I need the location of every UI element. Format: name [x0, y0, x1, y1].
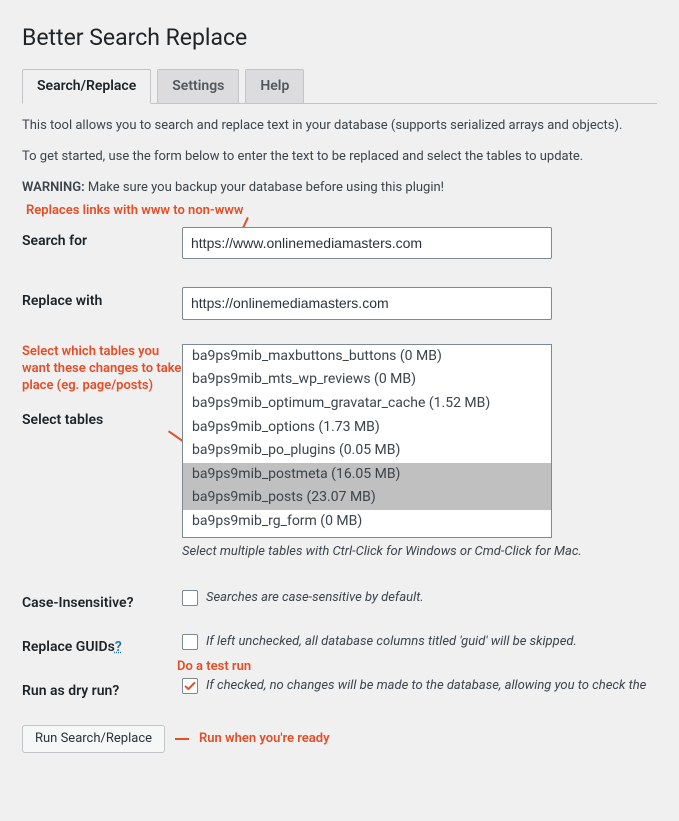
search-for-label: Search for	[22, 227, 182, 249]
intro-paragraph-2: To get started, use the form below to en…	[22, 149, 657, 164]
table-option[interactable]: ba9ps9mib_postmeta (16.05 MB)	[183, 463, 551, 487]
tab-help[interactable]: Help	[245, 69, 304, 104]
annotation-submit: Run when you're ready	[199, 731, 330, 747]
annotation-search-for: Replaces links with www to non-www	[26, 203, 244, 219]
table-option[interactable]: ba9ps9mib_maxbuttons_buttons (0 MB)	[183, 345, 551, 369]
dry-run-checkbox[interactable]	[182, 678, 198, 694]
replace-guids-checkbox[interactable]	[182, 634, 198, 650]
table-option[interactable]: ba9ps9mib_posts (23.07 MB)	[183, 486, 551, 510]
run-search-replace-button[interactable]: Run Search/Replace	[22, 725, 165, 753]
dry-run-label: Run as dry run?	[22, 677, 182, 699]
table-option[interactable]: ba9ps9mib_optimum_gravatar_cache (1.52 M…	[183, 392, 551, 416]
tab-search-replace[interactable]: Search/Replace	[22, 69, 151, 104]
case-insensitive-label: Case-Insensitive?	[22, 589, 182, 611]
tabs: Search/Replace Settings Help	[22, 69, 657, 104]
page-title: Better Search Replace	[22, 24, 657, 51]
warning-label: WARNING:	[22, 180, 85, 195]
intro-text: This tool allows you to search and repla…	[22, 118, 657, 195]
dry-run-desc: If checked, no changes will be made to t…	[206, 678, 646, 693]
table-option[interactable]: ba9ps9mib_rg_form (0 MB)	[183, 510, 551, 534]
intro-warning: WARNING: Make sure you backup your datab…	[22, 180, 657, 195]
replace-guids-help-icon[interactable]: ?	[115, 639, 122, 655]
tab-settings[interactable]: Settings	[157, 69, 239, 104]
search-for-input[interactable]	[182, 227, 552, 259]
warning-text: Make sure you backup your database befor…	[85, 180, 444, 195]
annotation-dry-run: Do a test run	[177, 659, 251, 675]
replace-guids-label: Replace GUIDs?	[22, 633, 182, 655]
replace-with-label: Replace with	[22, 287, 182, 309]
select-tables-label: Select tables	[22, 412, 182, 428]
check-icon	[183, 679, 197, 693]
table-option[interactable]: ba9ps9mib_po_plugins (0.05 MB)	[183, 439, 551, 463]
case-insensitive-desc: Searches are case-sensitive by default.	[206, 590, 424, 605]
annotation-select-tables: Select which tables you want these chang…	[22, 344, 182, 395]
case-insensitive-checkbox[interactable]	[182, 590, 198, 606]
table-option[interactable]: ba9ps9mib_rg_form_meta (0.04 MB)	[183, 534, 551, 538]
select-tables-listbox[interactable]: ba9ps9mib_maxbuttons_buttons (0 MB)ba9ps…	[182, 344, 552, 538]
table-option[interactable]: ba9ps9mib_mts_wp_reviews (0 MB)	[183, 368, 551, 392]
select-tables-hint: Select multiple tables with Ctrl-Click f…	[182, 544, 657, 559]
table-option[interactable]: ba9ps9mib_options (1.73 MB)	[183, 416, 551, 440]
intro-paragraph-1: This tool allows you to search and repla…	[22, 118, 657, 133]
replace-with-input[interactable]	[182, 287, 552, 319]
replace-guids-desc: If left unchecked, all database columns …	[206, 634, 577, 649]
